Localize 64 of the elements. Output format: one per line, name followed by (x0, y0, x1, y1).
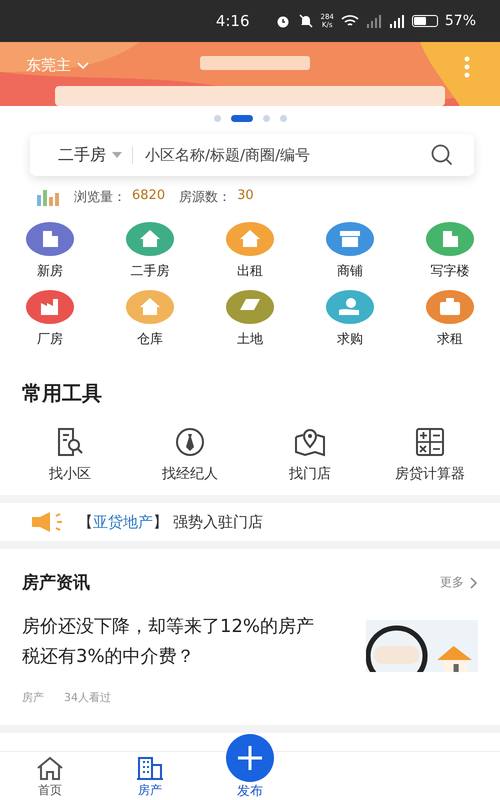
home-icon (35, 756, 65, 780)
battery-icon (412, 15, 438, 27)
category-label[interactable]: 求购 (337, 330, 363, 348)
building-icon[interactable] (426, 222, 474, 256)
clock-time: 4:16 (216, 12, 250, 30)
stat-label: 房源数： (179, 189, 232, 206)
category-dropdown[interactable]: 二手房 (58, 144, 122, 166)
more-link[interactable]: 更多 (440, 574, 478, 591)
wifi-icon (340, 14, 359, 28)
plus-icon (226, 734, 274, 782)
shop-icon[interactable] (326, 222, 374, 256)
category-label[interactable]: 厂房 (37, 330, 63, 348)
section-title: 常用工具 (22, 380, 103, 407)
chevron-down-icon (77, 62, 89, 70)
signal-icon (366, 14, 382, 28)
category-label[interactable]: 求租 (437, 330, 463, 348)
carousel-dot[interactable] (214, 114, 220, 122)
stat-label: 浏览量： (74, 189, 126, 206)
tool-label[interactable]: 找门店 (289, 465, 331, 483)
search-icon[interactable] (430, 143, 454, 167)
category-label[interactable]: 仓库 (137, 330, 163, 348)
megaphone-icon (30, 511, 64, 533)
category-label[interactable]: 出租 (237, 262, 263, 280)
factory-icon[interactable] (26, 290, 74, 324)
chevron-right-icon (470, 576, 478, 588)
case-icon[interactable] (426, 290, 474, 324)
house-icon[interactable] (126, 290, 174, 324)
view-count: 34人看过 (64, 690, 111, 705)
signal-icon (388, 14, 405, 28)
bar-chart-icon (36, 188, 60, 206)
category-label[interactable]: 写字楼 (430, 262, 470, 280)
tool-label[interactable]: 找经纪人 (162, 465, 218, 483)
calculator-icon[interactable] (415, 427, 445, 457)
house-icon[interactable] (126, 222, 174, 256)
caret-icon (112, 152, 122, 158)
publish-button[interactable]: 发布 (222, 734, 278, 800)
category-label[interactable]: 土地 (237, 330, 263, 348)
carousel-dot[interactable] (280, 114, 286, 122)
stat-value: 6820 (132, 188, 166, 205)
more-icon[interactable] (464, 56, 470, 78)
stat-value: 30 (237, 188, 254, 205)
tool-label[interactable]: 找小区 (49, 465, 91, 483)
building-icon (135, 756, 165, 780)
article-title[interactable]: 房价还没下降，却等来了12%的房产税还有3%的中介费？ (22, 612, 327, 672)
section-title: 房产资讯 (22, 572, 90, 594)
document-search-icon[interactable] (55, 427, 85, 457)
nav-tab[interactable]: 房产 (127, 752, 173, 800)
tool-label[interactable]: 房贷计算器 (395, 465, 465, 483)
category-label[interactable]: 二手房 (130, 262, 170, 280)
nav-tab[interactable]: 首页 (27, 752, 73, 800)
battery-percent: 57% (444, 13, 476, 29)
map-pin-icon[interactable] (294, 427, 326, 457)
article-tag: 房产 (22, 690, 44, 705)
house-icon[interactable] (226, 222, 274, 256)
search-field[interactable]: 小区名称/标题/商圈/编号 (143, 145, 420, 165)
hand-icon[interactable] (326, 290, 374, 324)
carousel-dot[interactable] (262, 114, 270, 122)
necktie-icon[interactable] (175, 427, 205, 457)
category-label[interactable]: 新房 (37, 262, 63, 280)
mute-bell-icon (298, 13, 314, 29)
category-label[interactable]: 商铺 (337, 262, 363, 280)
land-icon[interactable] (226, 290, 274, 324)
building-icon[interactable] (26, 222, 74, 256)
announcement-text[interactable]: 【亚贷地产】 强势入驻门店 (78, 512, 263, 532)
